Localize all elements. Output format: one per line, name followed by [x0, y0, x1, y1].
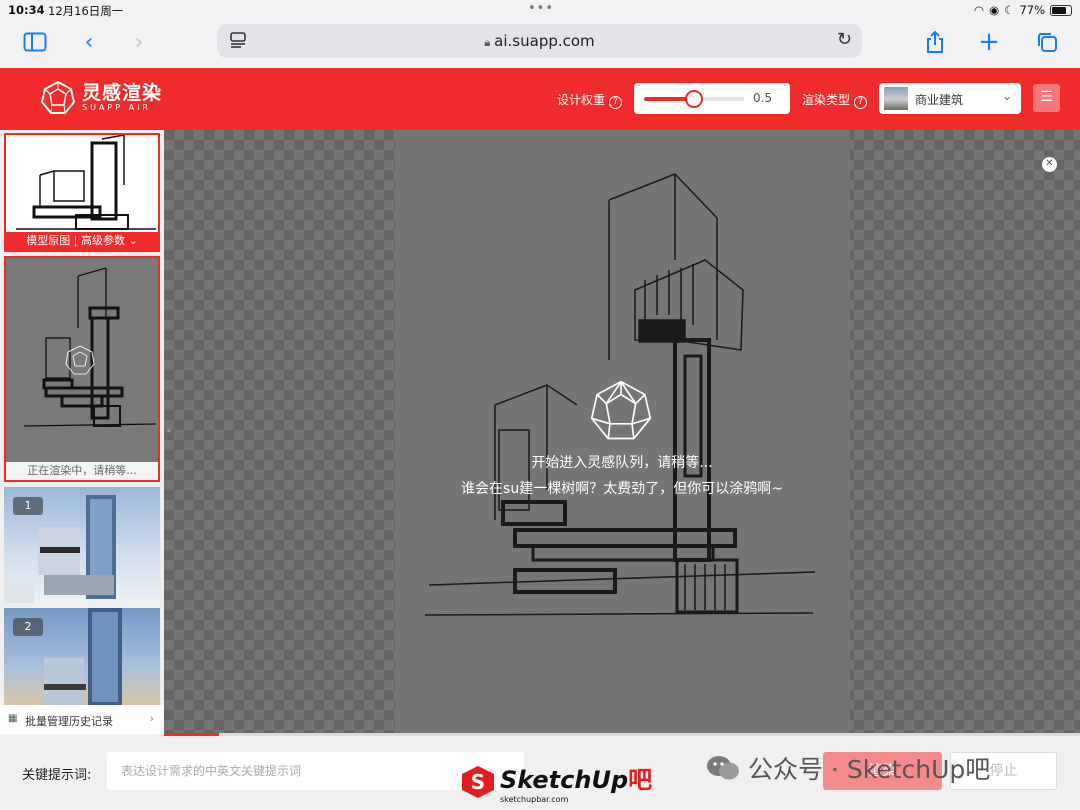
- render-type-thumbnail: [884, 87, 908, 110]
- multitask-dots-icon[interactable]: •••: [528, 1, 554, 16]
- svg-text:S: S: [471, 770, 485, 794]
- render-stage: ◂ 开始进入灵感队列，请稍等... 谁会在su建一棵树啊？太费劲了，但你可以涂鸦…: [164, 130, 1080, 734]
- doodle-tip-message: 谁会在su建一棵树啊？太费劲了，但你可以涂鸦啊~: [461, 481, 783, 497]
- design-weight-label: 设计权重?: [557, 91, 623, 109]
- tabs-overview-icon[interactable]: [1032, 28, 1062, 56]
- loading-gem-icon: [588, 378, 654, 448]
- brand-subtitle: SUAPP AIR: [82, 103, 151, 112]
- chevron-down-icon: ⌄: [1001, 89, 1012, 103]
- help-icon[interactable]: ?: [854, 96, 868, 109]
- battery-icon: [1050, 4, 1072, 16]
- batch-history-label: 批量管理历史记录: [25, 715, 113, 728]
- design-weight-text: 设计权重: [557, 93, 606, 107]
- status-indicators: ◠ ◉ ☾ 77%: [974, 3, 1072, 17]
- render-type-select[interactable]: 商业建筑 ⌄: [879, 83, 1021, 114]
- render-type-text: 渲染类型: [802, 93, 851, 107]
- wechat-icon: [707, 756, 739, 780]
- slider-track[interactable]: [644, 90, 744, 108]
- sketchup-bar-watermark: S SketchUp吧 sketchupbar.com: [460, 760, 652, 804]
- menu-button[interactable]: ☰: [1033, 84, 1060, 112]
- queue-message: 开始进入灵感队列，请稍等...: [531, 455, 713, 471]
- collapse-arrow-icon[interactable]: ◂: [166, 426, 171, 436]
- rendering-status-caption: 正在渲染中，请稍等...: [6, 462, 158, 480]
- share-icon[interactable]: [920, 28, 950, 56]
- render-sidebar: 模型原图 | 高级参数 ⌄ 正在渲染中，请稍等... 1 2 ▦ 批量管理历史记…: [0, 130, 164, 734]
- batch-history-button[interactable]: ▦ 批量管理历史记录 ›: [0, 705, 164, 734]
- battery-percent: 77%: [1019, 3, 1045, 17]
- render-type-label: 渲染类型?: [802, 91, 868, 109]
- sketchup-watermark-name: SketchUp: [500, 766, 629, 794]
- lock-rotation-icon: ◉: [989, 3, 1000, 17]
- lock-icon: 🔒︎: [484, 36, 491, 49]
- result-card-2[interactable]: 2: [4, 608, 160, 705]
- wechat-watermark: 公众号 · SketchUp吧: [706, 750, 990, 786]
- reload-icon[interactable]: ↻: [837, 29, 852, 50]
- rendering-preview-image: [23, 267, 157, 427]
- result-card-1[interactable]: 1: [4, 487, 160, 603]
- status-time: 10:34: [8, 3, 45, 17]
- slider-thumb[interactable]: [685, 90, 703, 108]
- model-sketch-image: [16, 135, 156, 230]
- render-type-value: 商业建筑: [915, 93, 964, 107]
- grid-icon: ▦: [8, 713, 18, 724]
- browser-toolbar: ‹ › 🔒︎ ai.suapp.com ↻ +: [0, 20, 1080, 68]
- model-card-caption[interactable]: 模型原图 | 高级参数 ⌄: [6, 232, 158, 250]
- url-text: ai.suapp.com: [494, 32, 595, 50]
- chevron-down-icon: ⌄: [128, 234, 138, 247]
- sidebar-toggle-icon[interactable]: [20, 28, 50, 56]
- wechat-watermark-text: 公众号 · SketchUp吧: [748, 755, 991, 784]
- hamburger-icon: ☰: [1040, 89, 1053, 105]
- gem-logo-icon: [40, 80, 76, 114]
- design-weight-value: 0.5: [753, 91, 773, 105]
- sketchup-watermark-url: sketchupbar.com: [500, 795, 569, 804]
- back-icon[interactable]: ‹: [74, 28, 104, 56]
- sketchup-logo-icon: S: [462, 766, 494, 798]
- model-original-card[interactable]: 模型原图 | 高级参数 ⌄: [4, 133, 160, 252]
- url-display[interactable]: 🔒︎ ai.suapp.com: [217, 32, 862, 50]
- design-weight-slider[interactable]: 0.5: [634, 83, 790, 114]
- keyword-label: 关键提示词:: [22, 768, 92, 783]
- brand-logo[interactable]: 灵感渲染 SUAPP AIR: [40, 80, 162, 116]
- result-number-badge: 1: [13, 497, 43, 515]
- brand-name: 灵感渲染: [82, 82, 163, 104]
- rendering-card[interactable]: 正在渲染中，请稍等...: [4, 256, 160, 482]
- app-header: 灵感渲染 SUAPP AIR 设计权重? 0.5 渲染类型? 商业建筑 ⌄ ☰: [0, 68, 1080, 130]
- model-card-caption-text: 模型原图 | 高级参数: [26, 234, 125, 247]
- sketchup-watermark-ba: 吧: [628, 766, 653, 794]
- stop-button-label: 停止: [989, 763, 1018, 779]
- close-icon[interactable]: ✕: [1042, 157, 1057, 172]
- chevron-right-icon: ›: [149, 712, 154, 725]
- moon-icon: ☾: [1004, 3, 1015, 17]
- help-icon[interactable]: ?: [609, 96, 623, 109]
- status-bar: 10:34 12月16日周一 ••• ◠ ◉ ☾ 77%: [0, 0, 1080, 20]
- status-date: 12月16日周一: [48, 4, 124, 18]
- new-tab-icon[interactable]: +: [974, 27, 1004, 57]
- address-bar[interactable]: 🔒︎ ai.suapp.com ↻: [217, 24, 862, 58]
- wifi-icon: ◠: [974, 3, 985, 17]
- result-number-badge: 2: [13, 618, 43, 636]
- forward-icon[interactable]: ›: [124, 28, 154, 56]
